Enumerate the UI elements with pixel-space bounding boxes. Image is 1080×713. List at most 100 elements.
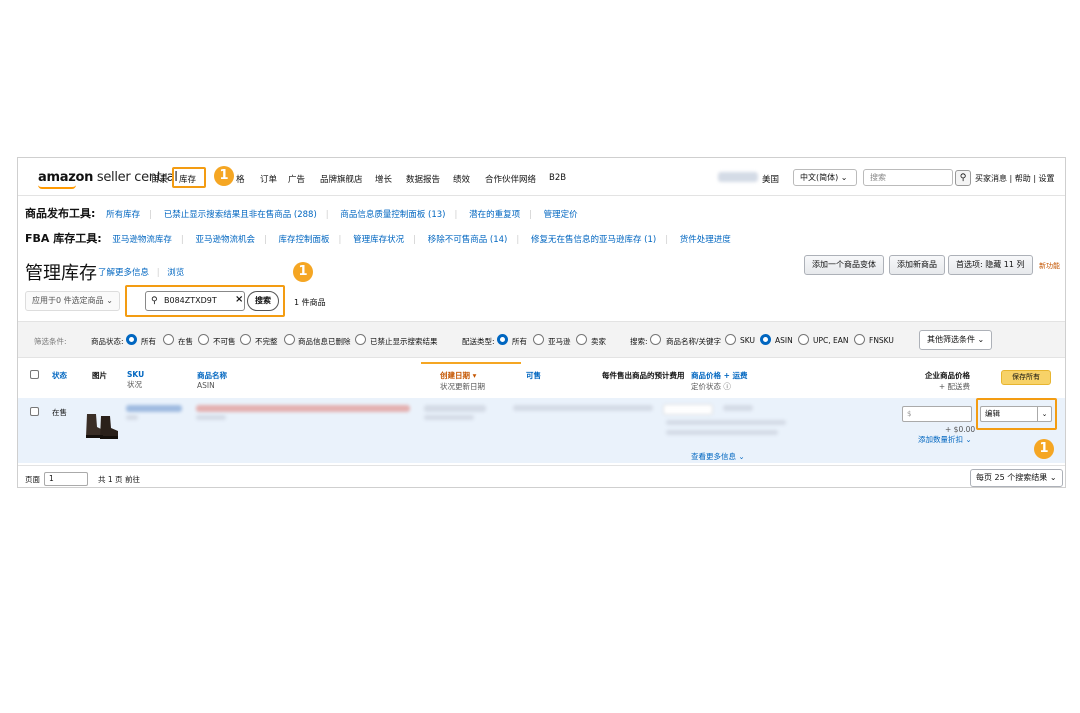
more-info-label: 查看更多信息	[691, 452, 736, 461]
search-icon[interactable]: ⚲	[955, 170, 971, 186]
fulfillment-all-label: 所有	[512, 337, 527, 346]
link-fba-inventory[interactable]: 亚马逊物流库存	[112, 235, 172, 245]
search-sku-radio[interactable]	[725, 334, 736, 345]
link-all-inventory[interactable]: 所有库存	[106, 210, 140, 220]
search-upc-label: UPC, EAN	[813, 336, 849, 345]
col-business-shipping-label: + 配送费	[938, 382, 970, 391]
link-inventory-dashboard[interactable]: 库存控制面板	[279, 235, 330, 245]
status-all-radio[interactable]	[126, 334, 137, 345]
clear-icon[interactable]: ×	[235, 294, 243, 305]
search-fnsku-radio[interactable]	[854, 334, 865, 345]
search-asin-radio[interactable]	[760, 334, 771, 345]
page-number-input[interactable]: 1	[44, 472, 88, 486]
language-value: 中文(简体)	[800, 173, 839, 182]
add-quantity-discount-link[interactable]: 添加数量折扣 ⌄	[918, 434, 972, 445]
link-manage-pricing[interactable]: 管理定价	[544, 210, 578, 220]
fulfillment-merchant-radio[interactable]	[576, 334, 587, 345]
per-page-label: 每页 25 个搜索结果	[976, 473, 1048, 482]
row-status: 在售	[52, 408, 67, 417]
col-created-date[interactable]: 创建日期 ▾ 状况更新日期	[440, 370, 485, 392]
chevron-down-icon: ⌄	[106, 296, 113, 305]
nav-item-orders[interactable]: 订单	[260, 173, 277, 185]
col-image-label: 图片	[92, 371, 107, 380]
search-keyword-radio[interactable]	[650, 334, 661, 345]
nav-item-stores[interactable]: 品牌旗舰店	[320, 173, 363, 185]
search-asin-label: ASIN	[775, 336, 793, 345]
marketplace-country[interactable]: 美国	[762, 173, 779, 185]
filter-bar: 筛选条件: 商品状态: 所有 在售 不可售 不完整 商品信息已删除 已禁止显示搜…	[18, 321, 1065, 358]
edit-action-label: 编辑	[985, 409, 1000, 418]
fulfillment-all-radio[interactable]	[497, 334, 508, 345]
link-fba-opportunities[interactable]: 亚马逊物流机会	[195, 235, 255, 245]
preferences-button[interactable]: 首选项: 隐藏 11 列	[948, 255, 1033, 275]
more-filters-button[interactable]: 其他筛选条件 ⌄	[919, 330, 993, 350]
nav-item-growth[interactable]: 增长	[375, 173, 392, 185]
search-upc-radio[interactable]	[798, 334, 809, 345]
search-button[interactable]: 搜索	[247, 291, 279, 311]
link-duplicates[interactable]: 潜在的重复项	[469, 210, 520, 220]
col-name[interactable]: 商品名称 ASIN	[197, 370, 227, 390]
save-all-button[interactable]: 保存所有	[1001, 370, 1051, 385]
col-price[interactable]: 商品价格 + 运费 定价状态 ⓘ	[691, 370, 748, 392]
fulfillment-amazon-radio[interactable]	[533, 334, 544, 345]
add-variant-button[interactable]: 添加一个商品变体	[804, 255, 884, 275]
redacted-updated-date	[424, 415, 474, 420]
nav-item-b2b[interactable]: B2B	[549, 173, 566, 183]
redacted-product-name	[196, 405, 410, 412]
link-suppressed[interactable]: 已禁止显示搜索结果且非在售商品 (288)	[164, 210, 317, 220]
search-query: B084ZTXD9T	[164, 296, 217, 305]
global-search-input[interactable]: 搜索	[863, 169, 953, 186]
nav-item-reports[interactable]: 数据报告	[406, 173, 440, 185]
top-navigation: amazon seller central 目录 库存 1 格 订单 广告 品牌…	[18, 158, 1065, 196]
nav-item-performance[interactable]: 绩效	[453, 173, 470, 185]
col-status[interactable]: 状态	[52, 370, 67, 381]
status-unsellable-label: 不可售	[213, 337, 236, 346]
nav-item-ads[interactable]: 广告	[288, 173, 305, 185]
business-price-input[interactable]: $	[902, 406, 972, 422]
nav-item-catalog[interactable]: 目录	[151, 173, 168, 185]
col-fee-label: 每件售出商品的预计费用	[602, 371, 685, 380]
status-active-radio[interactable]	[163, 334, 174, 345]
redacted-price-value	[723, 405, 753, 411]
select-all-checkbox[interactable]	[30, 370, 39, 379]
col-available[interactable]: 可售	[526, 370, 541, 381]
link-fix-stranded[interactable]: 修复无在售信息的亚马逊库存 (1)	[531, 235, 656, 245]
col-sku[interactable]: SKU 状况	[127, 370, 144, 390]
add-product-button[interactable]: 添加新商品	[889, 255, 945, 275]
go-button[interactable]: 前往	[125, 474, 140, 485]
status-deleted-radio[interactable]	[284, 334, 295, 345]
more-info-link[interactable]: 查看更多信息 ⌄	[691, 451, 745, 462]
status-all-label: 所有	[141, 337, 156, 346]
logo-bold: amazon	[38, 170, 94, 185]
product-image-boots[interactable]	[84, 410, 120, 440]
col-name-label: 商品名称	[197, 371, 227, 380]
col-price-label: 商品价格 + 运费	[691, 370, 748, 381]
redacted-asin	[196, 415, 226, 420]
new-feature-label: 新功能	[1039, 262, 1060, 270]
status-incomplete-radio[interactable]	[240, 334, 251, 345]
learn-more-link[interactable]: 了解更多信息	[98, 268, 149, 278]
status-unsellable-radio[interactable]	[198, 334, 209, 345]
nav-item-partner-network[interactable]: 合作伙伴网络	[485, 173, 536, 185]
edit-action-select[interactable]: 编辑 ⌄	[980, 406, 1052, 422]
col-condition-label: 状况	[127, 380, 142, 389]
row-checkbox[interactable]	[30, 407, 39, 416]
browse-link[interactable]: 浏览	[167, 268, 184, 278]
chevron-down-icon: ⌄	[1037, 407, 1051, 421]
link-quality-dashboard[interactable]: 商品信息质量控制面板 (13)	[340, 210, 445, 220]
fulfillment-amazon-label: 亚马逊	[548, 337, 571, 346]
pagination-footer	[18, 465, 1065, 489]
language-select[interactable]: 中文(简体) ⌄	[793, 169, 857, 186]
header-right-links[interactable]: 买家消息 | 帮助 | 设置	[975, 173, 1055, 184]
step-badge-3: 1	[1034, 439, 1054, 459]
info-icon[interactable]: ⓘ	[723, 382, 731, 391]
inventory-search-input[interactable]: ⚲ B084ZTXD9T	[145, 291, 245, 311]
total-pages: 共 1 页	[98, 475, 123, 484]
results-per-page-select[interactable]: 每页 25 个搜索结果 ⌄	[970, 469, 1063, 487]
link-inventory-health[interactable]: 管理库存状况	[353, 235, 404, 245]
status-suppressed-radio[interactable]	[355, 334, 366, 345]
nav-item-pricing[interactable]: 格	[236, 173, 245, 185]
bulk-action-select[interactable]: 应用于0 件选定商品 ⌄	[25, 291, 120, 311]
link-remove-unfulfillable[interactable]: 移除不可售商品 (14)	[428, 235, 508, 245]
link-shipment-status[interactable]: 货件处理进度	[680, 235, 731, 245]
